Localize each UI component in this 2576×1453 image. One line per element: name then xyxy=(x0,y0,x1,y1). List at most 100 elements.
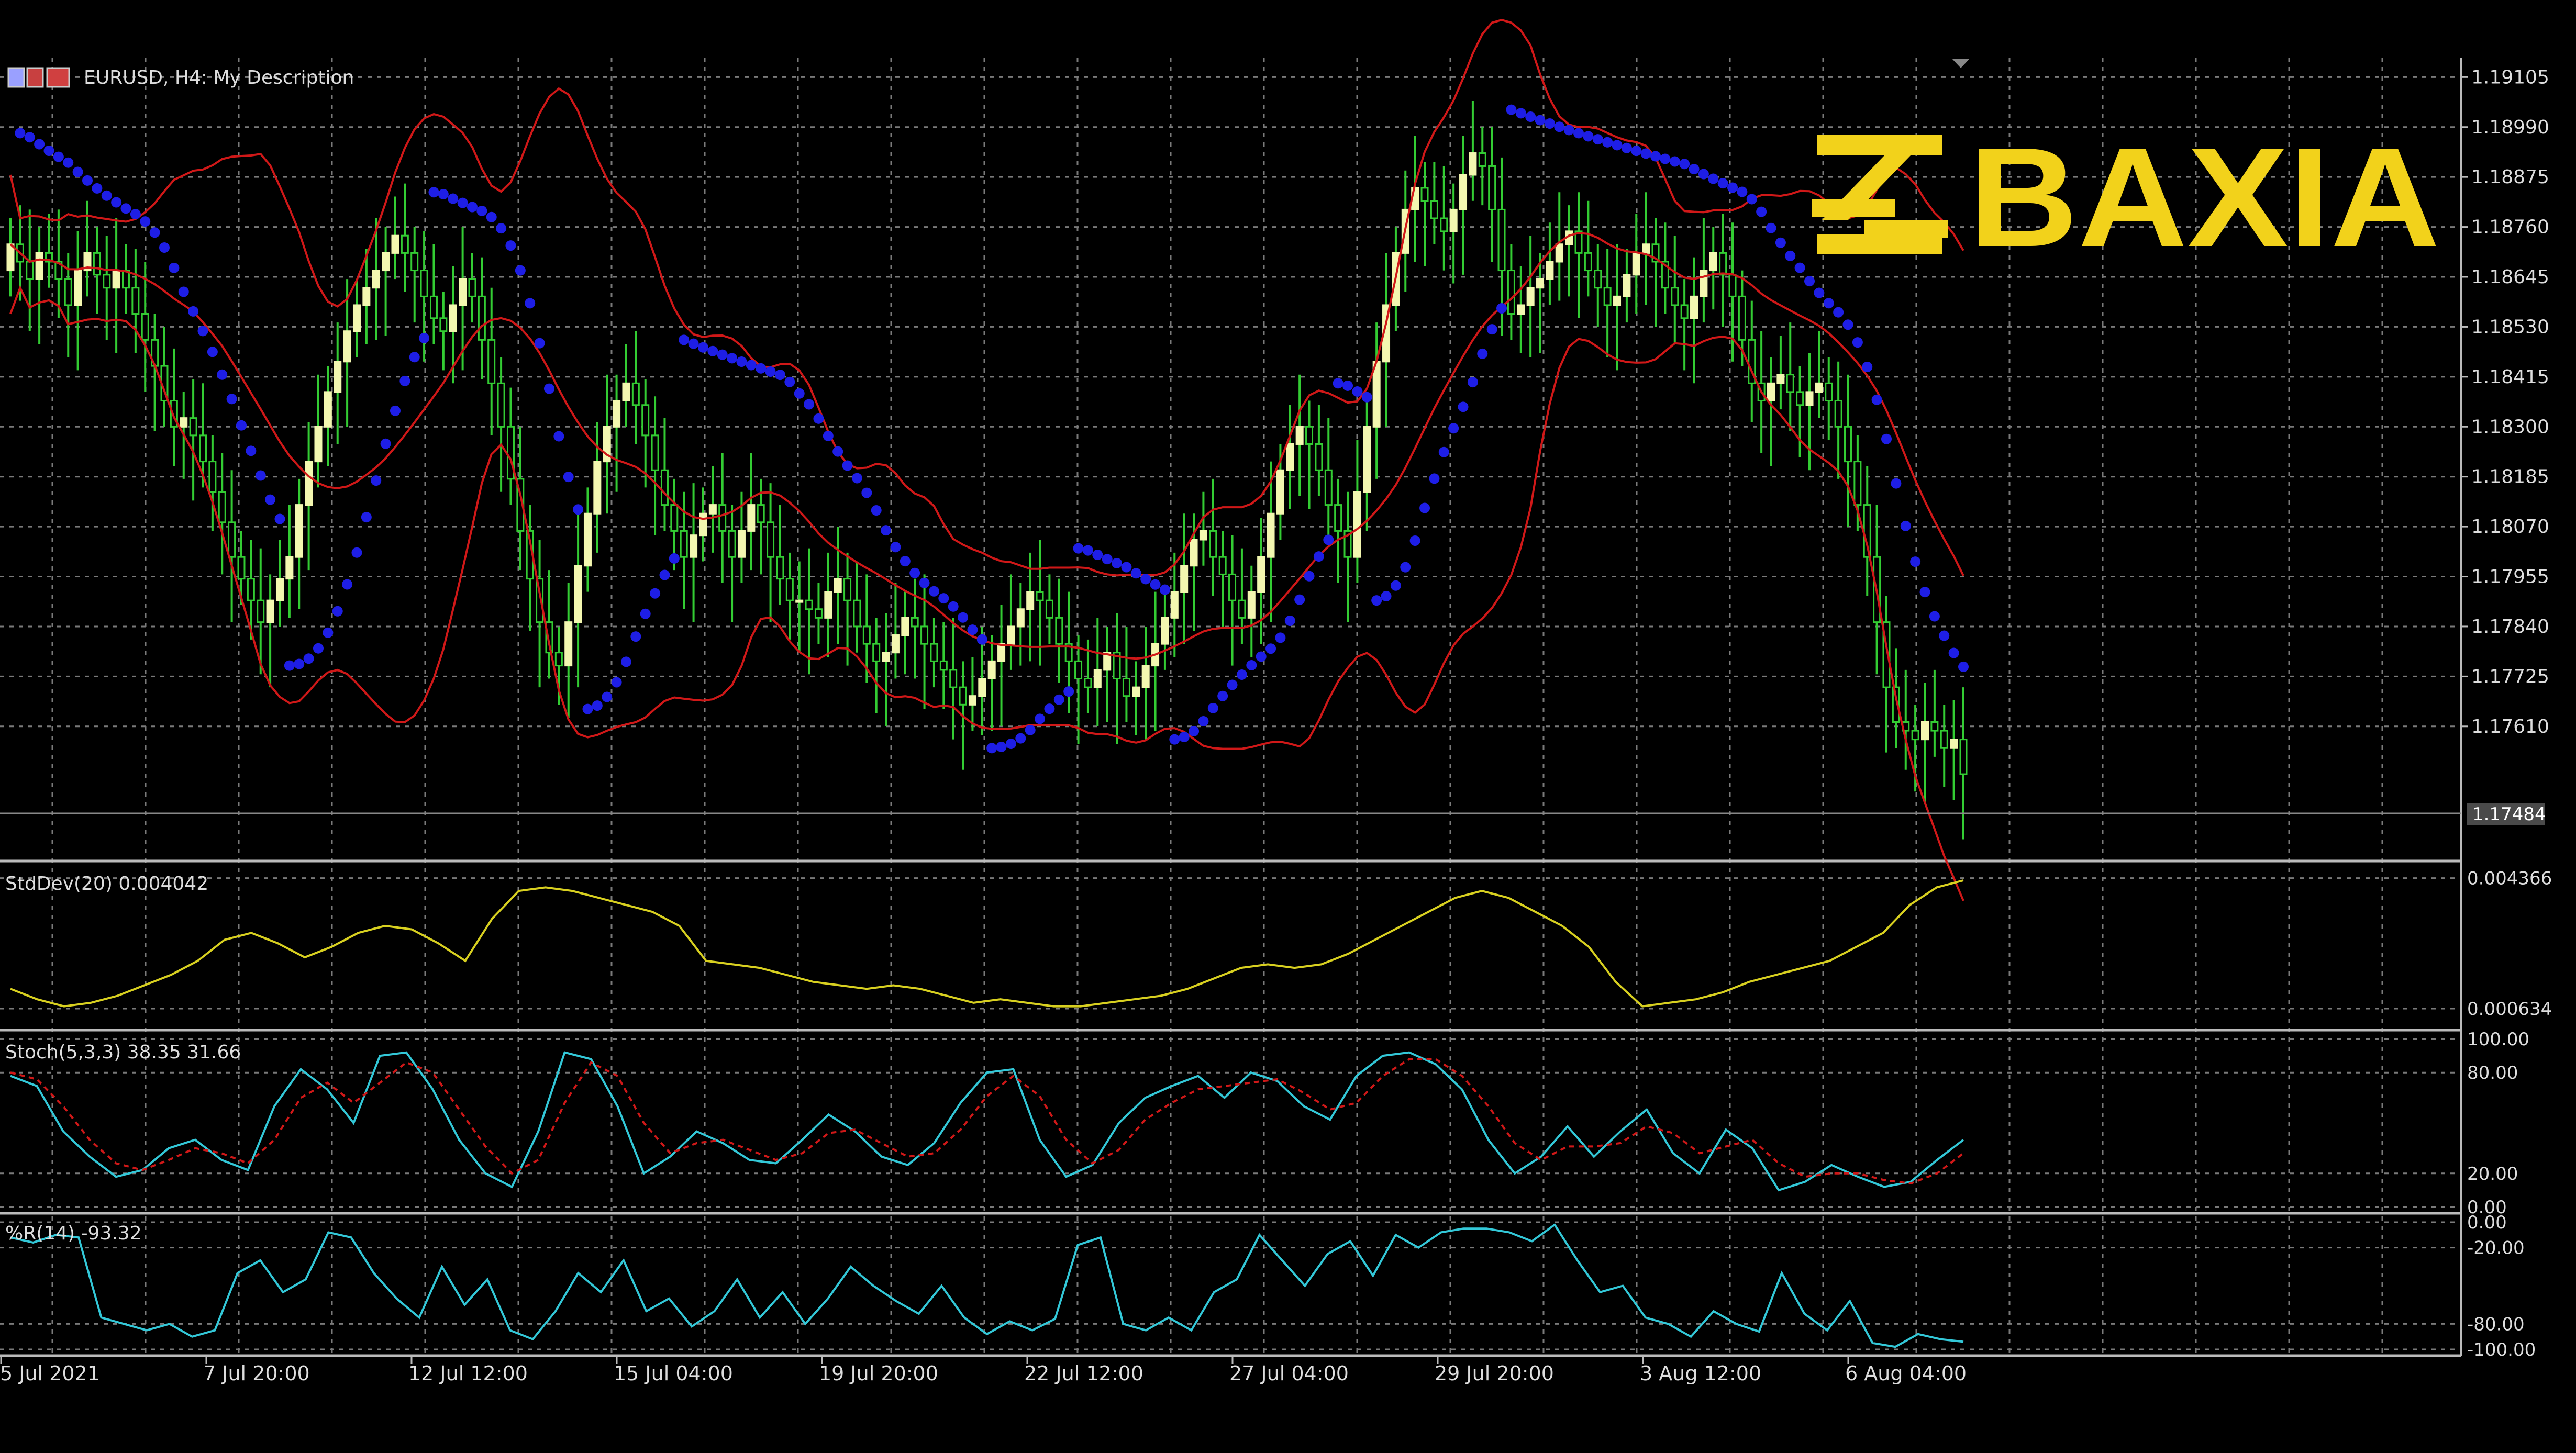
stddev-tick-label: 0.004366 xyxy=(2467,868,2552,889)
wpr-label: %R(14) -93.32 xyxy=(5,1223,142,1244)
sar-dot xyxy=(476,205,487,216)
candle xyxy=(901,617,909,636)
candle xyxy=(1247,591,1256,619)
candle xyxy=(1295,426,1304,445)
candle xyxy=(574,565,582,623)
candle xyxy=(834,578,842,593)
candle xyxy=(1642,243,1650,254)
candle xyxy=(1930,721,1939,732)
sar-dot xyxy=(1506,104,1517,115)
candle xyxy=(1141,665,1150,688)
candle xyxy=(1055,617,1063,645)
sar-dot xyxy=(881,525,892,536)
sar-dot xyxy=(1102,554,1113,565)
sar-dot xyxy=(1814,287,1825,298)
candle xyxy=(295,504,303,558)
candle xyxy=(737,530,746,558)
sar-dot xyxy=(284,660,295,671)
sar-dot xyxy=(650,588,661,599)
sar-dot xyxy=(1794,262,1805,273)
candle xyxy=(35,252,43,280)
price-tick-label: 1.18530 xyxy=(2471,316,2549,338)
candle xyxy=(1190,539,1198,567)
sar-dot xyxy=(823,430,834,441)
sar-dot xyxy=(1189,725,1200,736)
sar-dot xyxy=(457,197,468,208)
sar-dot xyxy=(1284,615,1295,626)
sar-dot xyxy=(1467,377,1478,388)
sar-dot xyxy=(746,360,757,371)
sar-dot xyxy=(159,242,170,253)
price-tick-label: 1.18300 xyxy=(2471,416,2549,438)
price-tick-label: 1.18990 xyxy=(2471,117,2549,138)
sar-dot xyxy=(1842,319,1853,330)
candle xyxy=(449,304,457,332)
sar-dot xyxy=(1486,324,1497,335)
sar-dot xyxy=(1650,151,1661,162)
sar-dot xyxy=(1862,362,1873,373)
price-tick-label: 1.17955 xyxy=(2471,566,2549,588)
candle xyxy=(1594,270,1602,289)
chart-canvas[interactable]: 1.19105 1.18990 1.18875 1.18760 1.18645 1.185… xyxy=(0,0,2576,1451)
sar-dot xyxy=(890,542,901,553)
candle xyxy=(891,634,900,654)
candle xyxy=(1834,399,1842,428)
sar-dot xyxy=(1121,562,1132,573)
sar-dot xyxy=(1698,169,1709,180)
candle xyxy=(247,578,255,601)
candle xyxy=(747,504,756,532)
candle xyxy=(1132,686,1140,697)
price-tick-label: 1.17610 xyxy=(2471,716,2549,737)
time-tick-label: 3 Aug 12:00 xyxy=(1640,1362,1761,1385)
sar-dot xyxy=(1419,502,1430,513)
candle xyxy=(1430,200,1438,219)
wpr-tick-label: -80.00 xyxy=(2467,1314,2525,1335)
price-tick-label: 1.18185 xyxy=(2471,466,2549,488)
sar-dot xyxy=(1044,703,1055,714)
candle xyxy=(487,339,496,384)
sar-dot xyxy=(313,643,324,654)
sar-dot xyxy=(1592,134,1603,145)
candle xyxy=(593,461,602,515)
candle xyxy=(1238,599,1246,619)
sar-dot xyxy=(909,567,920,578)
time-tick-label: 15 Jul 04:00 xyxy=(614,1362,733,1385)
candle xyxy=(814,608,823,619)
sar-dot xyxy=(774,370,785,381)
candle xyxy=(959,686,967,706)
sar-dot xyxy=(515,265,526,276)
candle xyxy=(314,426,323,463)
candle xyxy=(189,417,197,437)
sar-dot xyxy=(1207,702,1218,713)
sar-dot xyxy=(1496,303,1507,314)
sar-dot xyxy=(361,512,372,523)
candle xyxy=(987,660,996,680)
candle xyxy=(1767,382,1775,401)
sar-dot xyxy=(525,298,536,309)
candle xyxy=(949,669,958,688)
stddev-label: StdDev(20) 0.004042 xyxy=(5,873,208,895)
sar-dot xyxy=(1246,660,1257,670)
sar-dot xyxy=(1409,535,1420,546)
candle xyxy=(1623,274,1631,297)
sar-dot xyxy=(756,363,767,374)
sar-dot xyxy=(976,634,987,645)
sar-dot xyxy=(688,338,699,349)
candle xyxy=(1517,304,1525,315)
candle xyxy=(767,521,775,558)
sar-dot xyxy=(563,472,574,483)
sar-dot xyxy=(630,631,641,642)
candle xyxy=(1122,678,1130,697)
sar-dot xyxy=(1583,131,1594,142)
chart-window-icon xyxy=(7,67,25,88)
time-tick-label: 27 Jul 04:00 xyxy=(1229,1362,1349,1385)
candle xyxy=(554,652,563,667)
candle xyxy=(1045,599,1053,619)
candle xyxy=(1459,174,1468,210)
sar-dot xyxy=(1823,298,1834,309)
sar-dot xyxy=(274,513,285,524)
sar-dot xyxy=(1438,446,1449,457)
sar-dot xyxy=(1400,562,1411,573)
candle xyxy=(708,504,717,515)
sar-dot xyxy=(24,132,35,143)
